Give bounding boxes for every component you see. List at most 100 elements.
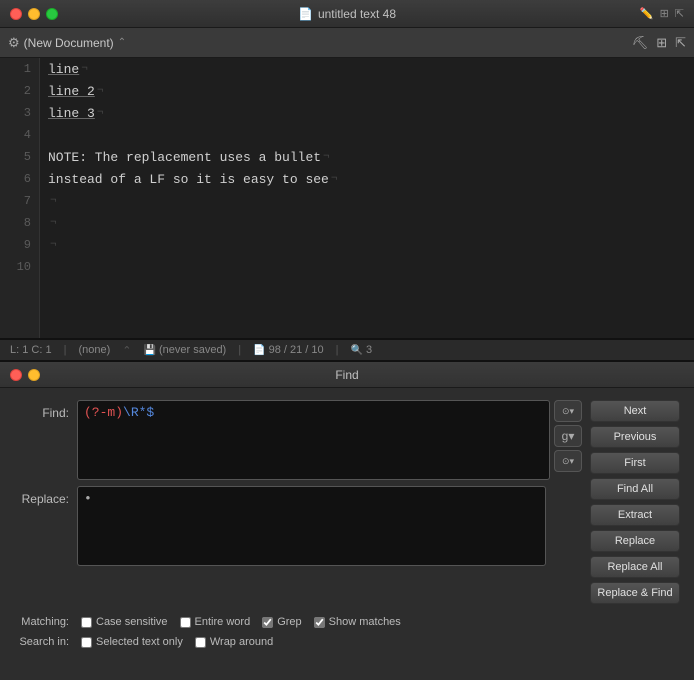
previous-button[interactable]: Previous: [590, 426, 680, 448]
next-button[interactable]: Next: [590, 400, 680, 422]
line-num-1: 1: [0, 58, 39, 80]
find-row: Find: (?-m)\R*$ ⊙▾ g▾ ⊙▾: [14, 400, 582, 480]
editor-content[interactable]: line¬ line 2¬ line 3¬ NOTE: The replacem…: [40, 58, 694, 338]
first-button[interactable]: First: [590, 452, 680, 474]
tools-icon[interactable]: ⛏: [632, 35, 649, 51]
replace-row: Replace: •: [14, 486, 582, 566]
find-close-button[interactable]: [10, 369, 22, 381]
editor-line-10: [48, 256, 686, 278]
selected-text-label: Selected text only: [96, 636, 183, 648]
matching-label: Matching:: [14, 616, 69, 628]
editor-line-9: ¬: [48, 234, 686, 256]
action-buttons: Next Previous First Find All Extract Rep…: [590, 400, 680, 604]
syntax-mode: (none): [78, 344, 110, 356]
chevron-icon: ⌃: [118, 37, 126, 48]
editor-line-3: line 3¬: [48, 102, 686, 124]
find-all-button[interactable]: Find All: [590, 478, 680, 500]
title-bar: 📄 untitled text 48 ✏️ ⊞ ⇱: [0, 0, 694, 28]
find-main-area: Find: (?-m)\R*$ ⊙▾ g▾ ⊙▾ Replace: [14, 400, 680, 604]
show-matches-checkbox[interactable]: [314, 617, 325, 628]
find-text-blue: \R*$: [123, 405, 154, 420]
replace-label: Replace:: [14, 486, 69, 506]
grid-icon[interactable]: ⊞: [660, 7, 669, 20]
editor[interactable]: 1 2 3 4 5 6 7 8 9 10 line¬ line 2¬ line …: [0, 58, 694, 340]
document-name: (New Document): [24, 36, 114, 50]
find-option-btn-2[interactable]: g▾: [554, 425, 582, 447]
title-bar-icons: ✏️ ⊞ ⇱: [640, 7, 684, 20]
find-input[interactable]: (?-m)\R*$: [77, 400, 550, 480]
editor-line-1: line¬: [48, 58, 686, 80]
search-in-label: Search in:: [14, 636, 69, 648]
find-panel: Find Find: (?-m)\R*$ ⊙▾ g▾ ⊙▾: [0, 362, 694, 680]
close-button[interactable]: [10, 8, 22, 20]
toolbar-left: ⚙ (New Document) ⌃: [8, 35, 628, 51]
find-panel-controls: [10, 369, 40, 381]
file-stats: 📄 98 / 21 / 10: [253, 344, 324, 356]
find-panel-title: Find: [335, 368, 358, 382]
find-minimize-button[interactable]: [28, 369, 40, 381]
editor-line-2: line 2¬: [48, 80, 686, 102]
traffic-lights: [10, 8, 58, 20]
cursor-position: L: 1 C: 1: [10, 344, 52, 356]
document-icon: 📄: [298, 7, 313, 21]
find-body: Find: (?-m)\R*$ ⊙▾ g▾ ⊙▾ Replace: [0, 388, 694, 656]
wrap-around-label: Wrap around: [210, 636, 273, 648]
line-num-3: 3: [0, 102, 39, 124]
find-option-btn-1[interactable]: ⊙▾: [554, 400, 582, 422]
find-option-buttons: ⊙▾ g▾ ⊙▾: [554, 400, 582, 472]
entire-word-group: Entire word: [180, 616, 251, 628]
editor-line-4: [48, 124, 686, 146]
line-num-5: 5: [0, 146, 39, 168]
grep-checkbox[interactable]: [262, 617, 273, 628]
find-label: Find:: [14, 400, 69, 420]
pencil-icon[interactable]: ✏️: [640, 7, 654, 20]
wrap-around-checkbox[interactable]: [195, 637, 206, 648]
editor-line-7: ¬: [48, 190, 686, 212]
find-option-btn-3[interactable]: ⊙▾: [554, 450, 582, 472]
case-sensitive-label: Case sensitive: [96, 616, 168, 628]
toolbar-right: ⛏ ⊞ ⇱: [632, 35, 686, 51]
show-matches-label: Show matches: [329, 616, 401, 628]
line-num-6: 6: [0, 168, 39, 190]
grep-label: Grep: [277, 616, 301, 628]
save-status: 💾 (never saved): [143, 344, 226, 356]
line-num-7: 7: [0, 190, 39, 212]
wrap-around-group: Wrap around: [195, 636, 273, 648]
replace-value: •: [84, 491, 92, 506]
line-num-10: 10: [0, 256, 39, 278]
view-icon[interactable]: ⊞: [656, 35, 667, 51]
selected-text-checkbox[interactable]: [81, 637, 92, 648]
case-sensitive-group: Case sensitive: [81, 616, 168, 628]
replace-all-button[interactable]: Replace All: [590, 556, 680, 578]
selected-text-group: Selected text only: [81, 636, 183, 648]
line-num-9: 9: [0, 234, 39, 256]
status-bar: L: 1 C: 1 | (none) ⌃ 💾 (never saved) | 📄…: [0, 340, 694, 362]
editor-line-5: NOTE: The replacement uses a bullet¬: [48, 146, 686, 168]
arrow-icon[interactable]: ⇱: [675, 7, 684, 20]
save-icon: 💾: [143, 345, 155, 356]
line-num-8: 8: [0, 212, 39, 234]
editor-line-6: instead of a LF so it is easy to see¬: [48, 168, 686, 190]
entire-word-checkbox[interactable]: [180, 617, 191, 628]
gear-icon[interactable]: ⚙: [8, 35, 20, 51]
search-in-row: Search in: Selected text only Wrap aroun…: [14, 636, 680, 648]
line-numbers: 1 2 3 4 5 6 7 8 9 10: [0, 58, 40, 338]
find-left: Find: (?-m)\R*$ ⊙▾ g▾ ⊙▾ Replace: [14, 400, 582, 604]
replace-find-button[interactable]: Replace & Find: [590, 582, 680, 604]
replace-button[interactable]: Replace: [590, 530, 680, 552]
window-title: 📄 untitled text 48: [298, 7, 396, 21]
expand-icon[interactable]: ⇱: [675, 35, 686, 51]
find-panel-titlebar: Find: [0, 362, 694, 388]
minimize-button[interactable]: [28, 8, 40, 20]
extract-button[interactable]: Extract: [590, 504, 680, 526]
case-sensitive-checkbox[interactable]: [81, 617, 92, 628]
maximize-button[interactable]: [46, 8, 58, 20]
zoom-level: 🔍 3: [351, 344, 373, 356]
replace-input[interactable]: •: [77, 486, 546, 566]
matching-row: Matching: Case sensitive Entire word Gre…: [14, 612, 680, 628]
grep-group: Grep: [262, 616, 301, 628]
show-matches-group: Show matches: [314, 616, 401, 628]
line-num-2: 2: [0, 80, 39, 102]
find-text-red: (?-m): [84, 405, 123, 420]
editor-line-8: ¬: [48, 212, 686, 234]
